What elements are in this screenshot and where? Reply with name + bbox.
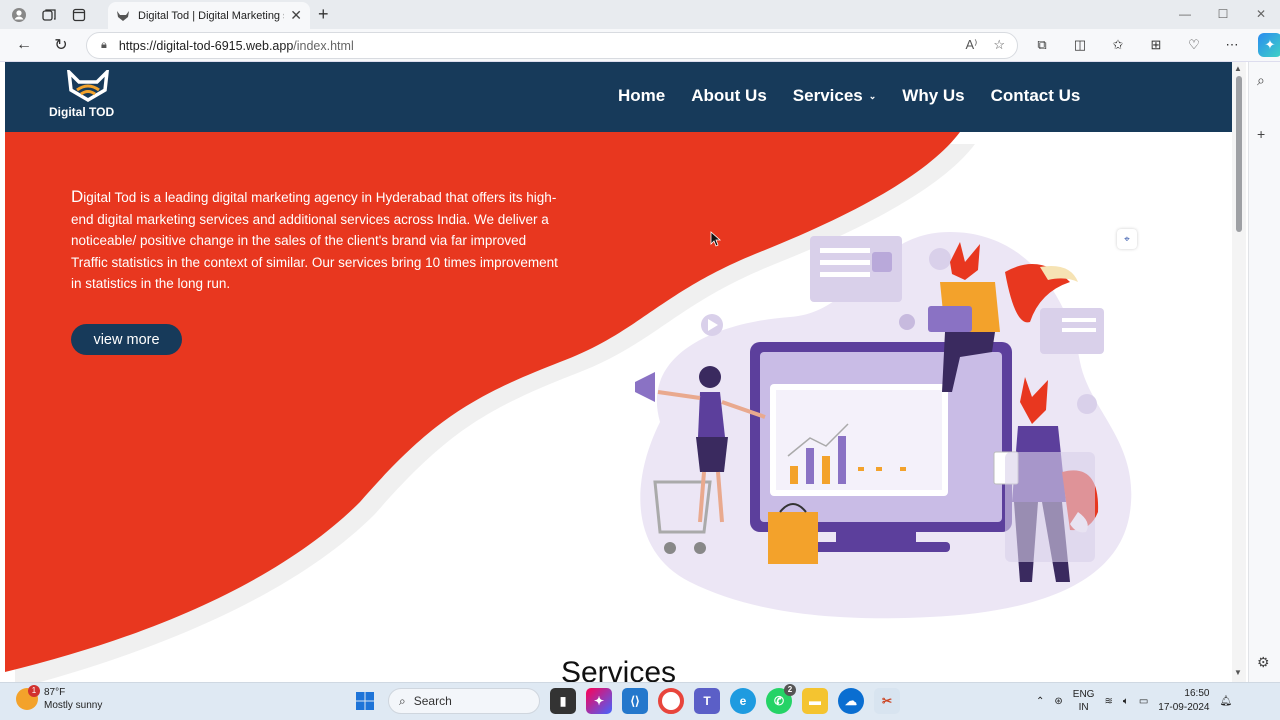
file-explorer-icon[interactable]: ▬ [802,688,828,714]
address-bar: ← ↻ 🔒︎ https://digital-tod-6915.web.app /… [0,29,1280,62]
volume-icon[interactable]: 🔈︎ [1123,696,1129,707]
lock-icon[interactable]: 🔒︎ [101,39,107,52]
split-screen-icon[interactable]: ◫ [1068,33,1092,57]
taskbar-search-input[interactable]: ⌕ Search [388,688,540,714]
task-view-icon[interactable]: ▮ [550,688,576,714]
page-viewport: Digital TOD Home About Us Services ⌄ Why … [5,62,1232,682]
url-path: /index.html [293,38,354,53]
snipping-tool-icon[interactable]: ✂ [874,688,900,714]
copilot-icon[interactable]: ✦ [1258,33,1280,57]
language-indicator[interactable]: ENG IN [1073,688,1095,714]
url-field[interactable]: 🔒︎ https://digital-tod-6915.web.app/inde… [86,32,1018,59]
site-navbar: Digital TOD Home About Us Services ⌄ Why … [5,62,1232,132]
windows-taskbar: 1 87°F Mostly sunny ⌕ Search ▮ ✦ ⟨⟩ T e … [0,682,1280,720]
back-arrow-icon[interactable]: ← [12,33,36,57]
hero-description: Digital Tod is a leading digital marketi… [71,186,561,295]
menu-services[interactable]: Services ⌄ [793,86,877,106]
copilot-taskbar-icon[interactable]: ✦ [586,688,612,714]
notifications-bell-icon[interactable]: 🔔︎ [1219,696,1232,707]
whatsapp-icon[interactable]: ✆ 2 [766,684,796,714]
scroll-up-arrow-icon[interactable]: ▲ [1234,64,1242,73]
wifi-icon[interactable]: ≋ [1104,696,1112,707]
tab-title: Digital Tod | Digital Marketing ser [138,9,285,22]
hero-first-letter: D [71,187,84,206]
hero-text-body: igital Tod is a leading digital marketin… [71,190,558,291]
edge-sidebar: ⌕ + ⚙ [1248,62,1280,682]
fox-logo-icon [67,70,109,103]
weather-badge: 1 [28,685,40,697]
weather-widget[interactable]: 1 87°F Mostly sunny [16,685,103,712]
system-tray: ⌃ ⊛ ENG IN ≋ 🔈︎ ▭ 16:50 17-09-2024 🔔︎ [1036,687,1232,715]
view-more-button[interactable]: view more [71,324,182,355]
teams-icon[interactable]: T [694,688,720,714]
menu-services-label: Services [792,86,863,105]
extensions-icon[interactable]: ⧉ [1030,33,1054,57]
scrollbar-thumb[interactable] [1236,76,1242,232]
chrome-icon[interactable] [658,688,684,714]
mouse-cursor-icon [710,231,722,247]
sidebar-search-icon[interactable]: ⌕ [1257,72,1265,89]
new-tab-button[interactable]: + [318,4,329,25]
favorite-star-icon[interactable]: ☆ [993,37,1005,53]
scroll-down-arrow-icon[interactable]: ▼ [1234,668,1242,677]
search-icon: ⌕ [399,693,406,708]
browser-essentials-icon[interactable]: ♡ [1182,33,1206,57]
lang-code: ENG [1072,689,1095,700]
read-aloud-icon[interactable]: A⁾ [965,37,977,53]
weather-condition: Mostly sunny [44,700,103,711]
security-icon[interactable]: ⊛ [1054,696,1062,707]
battery-icon[interactable]: ▭ [1139,696,1148,707]
weather-temperature: 87°F [44,687,66,698]
taskbar-clock[interactable]: 16:50 17-09-2024 [1158,687,1209,715]
site-favicon-icon [117,10,129,21]
edge-icon[interactable]: e [730,688,756,714]
start-windows-icon[interactable] [352,688,378,714]
more-menu-icon[interactable]: ⋯ [1220,33,1244,57]
services-section-heading: Services [560,656,677,682]
url-host: https://digital-tod-6915.web.app [118,38,294,53]
digital-tod-logo[interactable]: Digital TOD [47,70,129,126]
tab-actions-icon[interactable] [68,4,90,26]
main-menu: Home About Us Services ⌄ Why Us Contact U… [618,86,1080,106]
browser-tab-active[interactable]: Digital Tod | Digital Marketing ser ✕ [108,2,310,29]
logo-text: Digital TOD [49,105,115,119]
collections-icon[interactable]: ⊞ [1144,33,1168,57]
marketing-illustration [635,232,1132,619]
workspaces-icon[interactable] [38,4,60,26]
page-scrollbar[interactable]: ▲ ▼ [1232,62,1246,682]
weather-sun-icon: 1 [16,685,40,710]
profile-icon[interactable] [8,4,30,26]
whatsapp-badge: 2 [784,684,796,696]
menu-home[interactable]: Home [618,86,665,106]
menu-about-us[interactable]: About Us [691,86,767,106]
onedrive-icon[interactable]: ☁ [838,688,864,714]
show-hidden-icons-chevron-icon[interactable]: ⌃ [1036,696,1044,707]
sidebar-add-icon[interactable]: + [1257,126,1265,142]
clock-time: 16:50 [1184,688,1210,699]
vscode-icon[interactable]: ⟨⟩ [622,688,648,714]
menu-why-us[interactable]: Why Us [902,86,964,106]
sidebar-settings-icon[interactable]: ⚙ [1257,654,1270,671]
taskbar-search-placeholder: Search [413,694,452,708]
window-controls: — ☐ ✕ [1166,0,1280,29]
visual-search-icon[interactable]: ⌖ [1117,229,1137,249]
favorites-icon[interactable]: ✩ [1106,33,1130,57]
menu-contact-us[interactable]: Contact Us [991,86,1081,106]
lang-region: IN [1078,702,1089,713]
tab-close-icon[interactable]: ✕ [290,7,302,24]
taskbar-apps: ⌕ Search ▮ ✦ ⟨⟩ T e ✆ 2 ▬ ☁ ✂ [352,684,900,714]
close-window-button[interactable]: ✕ [1242,0,1280,29]
refresh-icon[interactable]: ↻ [49,33,73,57]
maximize-button[interactable]: ☐ [1204,0,1242,29]
minimize-button[interactable]: — [1166,0,1204,29]
clock-date: 17-09-2024 [1158,702,1210,713]
chevron-down-icon: ⌄ [868,91,877,102]
